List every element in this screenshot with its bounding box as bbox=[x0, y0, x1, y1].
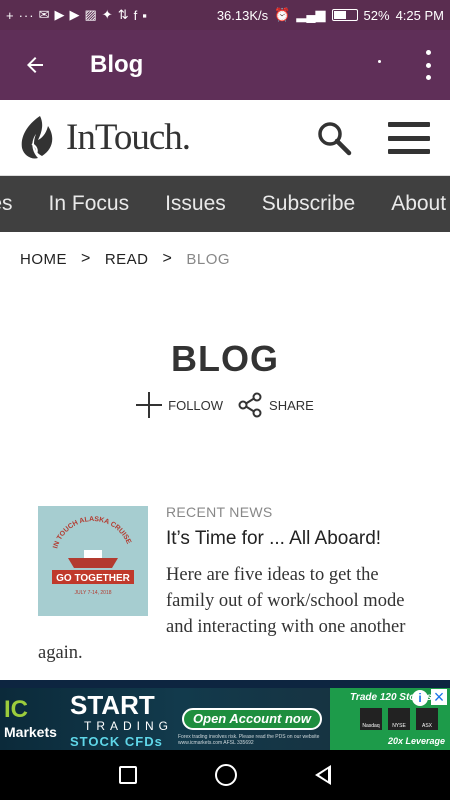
facebook-icon: f bbox=[133, 7, 139, 23]
plus-icon bbox=[136, 392, 163, 418]
ad-subheadline: TRADING bbox=[84, 719, 173, 733]
youtube-icon: ▶ bbox=[69, 7, 81, 22]
ad-close-icon[interactable]: × bbox=[431, 688, 447, 706]
nav-item-about[interactable]: About bbox=[391, 192, 446, 216]
menu-line bbox=[388, 135, 430, 141]
ad-cta-button[interactable]: Open Account now bbox=[182, 708, 322, 730]
site-header: InTouch. bbox=[0, 100, 450, 176]
recent-apps-button[interactable] bbox=[119, 766, 137, 784]
nav-item-subscribe[interactable]: Subscribe bbox=[262, 192, 355, 216]
breadcrumb-read[interactable]: READ bbox=[105, 251, 149, 268]
system-navigation-bar bbox=[0, 750, 450, 800]
home-button[interactable] bbox=[215, 764, 237, 786]
app-title: Blog bbox=[90, 51, 144, 78]
mail-icon: ✉ bbox=[38, 7, 51, 22]
hamburger-menu-button[interactable] bbox=[388, 122, 430, 154]
arrow-left-icon bbox=[27, 57, 43, 73]
signal-icon: ▂▄▆ bbox=[296, 7, 326, 22]
app-bar: Blog bbox=[0, 30, 450, 100]
more-icon: ··· bbox=[18, 7, 35, 23]
nav-item-in-focus[interactable]: In Focus bbox=[49, 192, 130, 216]
site-logo[interactable]: InTouch. bbox=[18, 114, 191, 162]
exchange-asx: ASX bbox=[416, 708, 438, 730]
dot-icon bbox=[425, 50, 431, 55]
back-triangle-button[interactable] bbox=[315, 765, 331, 785]
breadcrumb-separator: > bbox=[162, 250, 173, 267]
nav-item-issues[interactable]: Issues bbox=[165, 192, 226, 216]
plus-icon: + bbox=[6, 7, 15, 23]
ad-fine-print: Forex trading involves risk. Please read… bbox=[178, 734, 320, 746]
ad-banner[interactable]: IC Markets START TRADING STOCK CFDs Open… bbox=[0, 680, 450, 750]
ad-product: STOCK CFDs bbox=[70, 734, 163, 749]
message-icon: ▪ bbox=[142, 7, 148, 23]
breadcrumb: HOME > READ > BLOG bbox=[20, 250, 230, 268]
ad-brand-logo: IC Markets bbox=[4, 696, 57, 740]
sync-icon: ⇅ bbox=[117, 7, 130, 22]
category-nav: Communities In Focus Issues Subscribe Ab… bbox=[0, 176, 450, 232]
dot-icon bbox=[425, 62, 431, 68]
share-icon bbox=[238, 392, 262, 418]
network-speed: 36.13K/s bbox=[216, 7, 269, 23]
follow-label: FOLLOW bbox=[168, 397, 224, 413]
exchange-nasdaq: Nasdaq bbox=[360, 708, 382, 730]
exchange-nyse: NYSE bbox=[388, 708, 410, 730]
page-title: BLOG bbox=[171, 338, 279, 379]
indicator-dot bbox=[378, 60, 381, 63]
breadcrumb-home[interactable]: HOME bbox=[20, 251, 67, 268]
twitter-icon: ✦ bbox=[101, 7, 114, 22]
notification-icons: + ··· ✉ ▶ ▶ ▨ ✦ ⇅ f ▪ bbox=[6, 7, 148, 23]
ad-leverage-text: 20x Leverage bbox=[388, 736, 446, 746]
article-excerpt-wrap: Here are five ideas to get the family ou… bbox=[38, 562, 418, 666]
search-icon bbox=[318, 122, 352, 156]
logo-text: InTouch. bbox=[66, 117, 191, 158]
follow-button[interactable]: FOLLOW bbox=[136, 392, 223, 418]
breadcrumb-current: BLOG bbox=[186, 250, 231, 268]
article-kicker: RECENT NEWS bbox=[166, 504, 273, 520]
clock: 4:25 PM bbox=[395, 7, 444, 23]
battery-percent: 52% bbox=[363, 7, 390, 23]
page-actions: FOLLOW SHARE bbox=[0, 392, 450, 418]
ad-brand-name: Markets bbox=[4, 724, 57, 740]
ad-brand-prefix: IC bbox=[4, 696, 28, 723]
nav-item-communities[interactable]: Communities bbox=[0, 192, 13, 216]
intouch-logo-icon bbox=[21, 115, 53, 159]
back-button[interactable] bbox=[0, 30, 70, 100]
status-bar: + ··· ✉ ▶ ▶ ▨ ✦ ⇅ f ▪ 36.13K/s ⏰ ▂▄▆ 52%… bbox=[0, 0, 450, 30]
overflow-menu-button[interactable] bbox=[420, 50, 436, 80]
menu-line bbox=[388, 122, 430, 127]
image-icon: ▨ bbox=[84, 7, 98, 22]
alarm-icon: ⏰ bbox=[274, 7, 291, 22]
share-label: SHARE bbox=[269, 397, 314, 413]
breadcrumb-separator: > bbox=[81, 250, 91, 267]
ad-headline: START bbox=[70, 690, 155, 720]
dot-icon bbox=[425, 75, 431, 80]
ad-info-icon[interactable]: i bbox=[412, 690, 428, 706]
share-button[interactable]: SHARE bbox=[237, 392, 314, 418]
battery-icon bbox=[331, 9, 358, 21]
youtube-icon: ▶ bbox=[54, 7, 66, 22]
article-title[interactable]: It’s Time for ... All Aboard! bbox=[166, 528, 381, 550]
search-button[interactable] bbox=[316, 120, 352, 156]
menu-line bbox=[388, 149, 430, 154]
